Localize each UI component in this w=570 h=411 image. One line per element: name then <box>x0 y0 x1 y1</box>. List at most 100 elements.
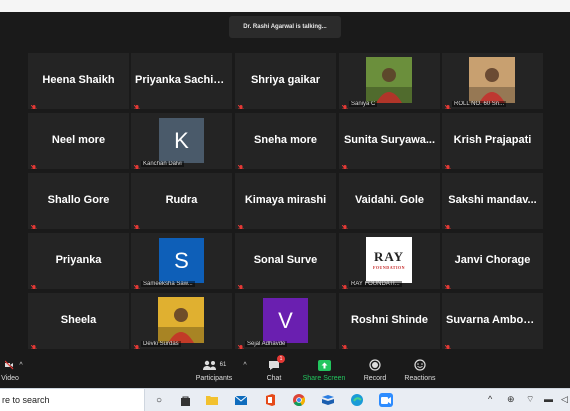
chat-label: Chat <box>266 375 282 382</box>
network-icon[interactable]: ⊕ <box>507 394 515 405</box>
participant-tile[interactable]: Priyanka Sachin... <box>131 53 232 109</box>
mic-muted-icon <box>237 159 244 169</box>
participant-tile[interactable]: Vaidahi. Gole <box>339 173 440 229</box>
office-icon[interactable] <box>263 393 277 407</box>
participant-name: Shriya gaikar <box>250 74 321 86</box>
participant-name: Heena Shaikh <box>42 74 115 86</box>
participant-name: Priyanka Sachin... <box>135 74 230 86</box>
mic-muted-icon <box>341 159 348 169</box>
share-screen-label: Share Screen <box>302 375 346 382</box>
video-label: Video <box>1 375 19 382</box>
record-icon <box>361 358 389 372</box>
mic-muted-icon <box>30 339 37 349</box>
participant-label: ROLL NO. 60 Sn... <box>452 101 507 107</box>
participant-name: Sakshi mandav... <box>448 194 537 206</box>
app-icon[interactable] <box>321 393 335 407</box>
participant-tile[interactable]: Sakshi mandav... <box>442 173 543 229</box>
participant-name: Neel more <box>51 134 106 146</box>
active-speaker-banner: Dr. Rashi Agarwal is talking... <box>229 16 341 38</box>
chevron-up-icon: ^ <box>19 361 23 369</box>
mic-muted-icon <box>341 279 348 289</box>
mic-muted-icon <box>133 219 140 229</box>
participant-tile[interactable]: Sheela <box>28 293 129 349</box>
participant-tile[interactable]: Rudra <box>131 173 232 229</box>
participant-tile[interactable]: Janvi Chorage <box>442 233 543 289</box>
mail-icon[interactable] <box>234 393 248 407</box>
participants-icon: 61 <box>193 358 235 372</box>
reactions-label: Reactions <box>404 375 436 382</box>
participant-avatar: S <box>159 238 204 283</box>
participant-name: Priyanka <box>55 254 102 266</box>
participant-name: Sunita Suryawa... <box>343 134 436 146</box>
taskbar-search-input[interactable]: re to search <box>0 389 145 411</box>
participant-tile[interactable]: Shallo Gore <box>28 173 129 229</box>
participant-tile[interactable]: V Sejal Adhavde <box>235 293 336 349</box>
participant-avatar: V <box>263 298 308 343</box>
participant-tile[interactable]: Sneha more <box>235 113 336 169</box>
participants-count: 61 <box>219 362 227 368</box>
participant-tile[interactable]: Kimaya mirashi <box>235 173 336 229</box>
speaker-icon[interactable]: ◁ <box>561 394 568 405</box>
mic-muted-icon <box>237 339 244 349</box>
participant-tile[interactable]: Devki Surdas <box>131 293 232 349</box>
chat-button[interactable]: 1 Chat <box>260 355 288 382</box>
participant-tile[interactable]: Saniya C <box>339 53 440 109</box>
participant-tile[interactable]: Sonal Surve <box>235 233 336 289</box>
mic-muted-icon <box>341 219 348 229</box>
zoom-app-icon[interactable] <box>379 393 393 407</box>
participant-tile[interactable]: Neel more <box>28 113 129 169</box>
mic-muted-icon <box>444 339 451 349</box>
mic-muted-icon <box>133 279 140 289</box>
participant-tile[interactable]: K Kanchan Dalvi <box>131 113 232 169</box>
participants-options-chevron[interactable]: ^ <box>240 358 250 372</box>
participant-name: Sneha more <box>254 134 317 146</box>
mic-muted-icon <box>444 279 451 289</box>
reactions-button[interactable]: Reactions <box>402 358 438 382</box>
participant-tile[interactable]: Heena Shaikh <box>28 53 129 109</box>
participant-video-thumbnail <box>158 297 204 343</box>
participant-label: RAY FOUNDATI... <box>349 281 402 287</box>
edge-icon[interactable] <box>350 393 364 407</box>
chat-icon: 1 <box>260 355 288 372</box>
battery-icon[interactable]: ▬ <box>544 394 553 404</box>
participant-tile[interactable]: Shriya gaikar <box>235 53 336 109</box>
participant-tile[interactable]: Krish Prajapati <box>442 113 543 169</box>
participant-tile[interactable]: Suvarna Ambokar <box>442 293 543 349</box>
record-label: Record <box>363 375 387 382</box>
wifi-icon[interactable]: ⌔ <box>526 394 534 405</box>
video-options-chevron[interactable]: ^ <box>16 358 26 372</box>
participant-tile[interactable]: Priyanka <box>28 233 129 289</box>
participant-label: Saniya C <box>349 101 378 107</box>
chevron-up-icon: ^ <box>243 361 247 369</box>
share-screen-button[interactable]: Share Screen <box>302 358 346 382</box>
participant-name: Krish Prajapati <box>453 134 532 146</box>
participant-tile[interactable]: ROLL NO. 60 Sn... <box>442 53 543 109</box>
tray-chevron-icon[interactable]: ^ <box>488 394 492 404</box>
mic-muted-icon <box>341 99 348 109</box>
participant-tile[interactable]: Sunita Suryawa... <box>339 113 440 169</box>
participant-label: Sejal Adhavde <box>245 341 288 347</box>
participant-tile[interactable]: S Sameeksha Saw... <box>131 233 232 289</box>
participant-tile[interactable]: RAY FOUNDATION RAY FOUNDATI... <box>339 233 440 289</box>
chrome-icon[interactable] <box>292 393 306 407</box>
participant-video-thumbnail <box>469 57 515 103</box>
participant-name: Sonal Surve <box>253 254 318 266</box>
file-explorer-icon[interactable] <box>205 393 219 407</box>
record-button[interactable]: Record <box>361 358 389 382</box>
mic-muted-icon <box>444 159 451 169</box>
participant-label: Devki Surdas <box>141 341 181 347</box>
participant-name: Janvi Chorage <box>454 254 531 266</box>
mic-muted-icon <box>133 159 140 169</box>
participant-video-thumbnail <box>366 57 412 103</box>
participant-tile[interactable]: Roshni Shinde <box>339 293 440 349</box>
mic-muted-icon <box>133 339 140 349</box>
mic-muted-icon <box>30 159 37 169</box>
participants-label: Participants <box>195 375 233 382</box>
mic-muted-icon <box>341 339 348 349</box>
store-bag-icon[interactable] <box>178 393 192 407</box>
task-view-icon[interactable]: ○ <box>152 393 166 407</box>
participants-button[interactable]: 61 Participants <box>193 358 235 382</box>
participant-name: Roshni Shinde <box>351 314 428 326</box>
participant-label: Sameeksha Saw... <box>141 281 195 287</box>
chat-badge: 1 <box>277 355 285 363</box>
